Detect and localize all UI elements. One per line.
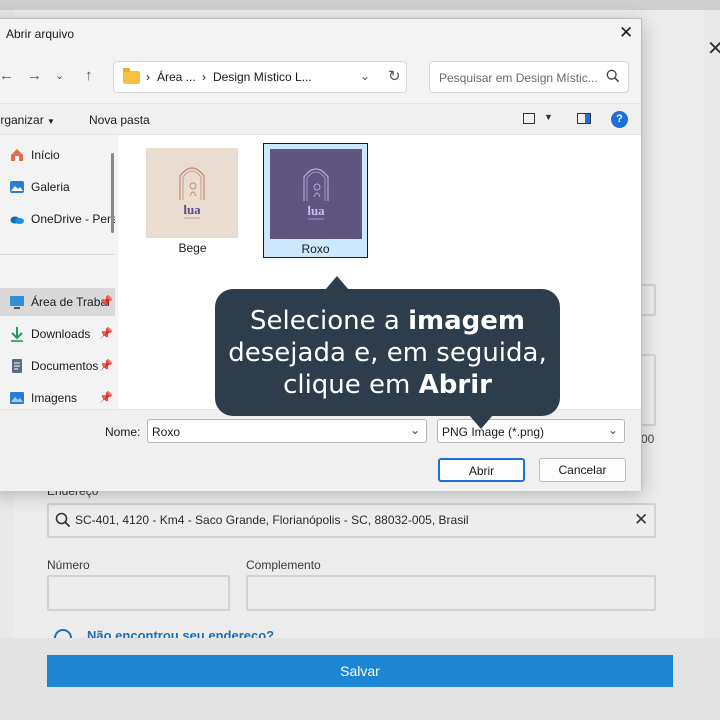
sidebar-item-label: Downloads — [31, 327, 91, 341]
file-type-select[interactable]: PNG Image (*.png) ⌄ — [437, 419, 625, 443]
dialog-toolbar: Organizar ▼ Nova pasta ▼ ? — [0, 103, 641, 135]
number-input[interactable] — [47, 575, 230, 611]
sidebar-item-documentos[interactable]: Documentos 📌 — [0, 352, 115, 380]
instruction-tooltip: Selecione a imagem desejada e, em seguid… — [215, 276, 560, 429]
breadcrumb-separator-icon: › — [202, 70, 206, 84]
open-file-dialog: Abrir arquivo ✕ ← → ⌄ ↑ › Área ... › Des… — [0, 18, 642, 491]
sidebar-divider — [0, 254, 115, 255]
sidebar-item-galeria[interactable]: Galeria — [0, 173, 115, 201]
complement-label: Complemento — [246, 558, 321, 572]
refresh-icon[interactable]: ↻ — [388, 67, 401, 85]
tooltip-line1-part1: Selecione a — [250, 306, 409, 336]
folder-search-input[interactable]: Pesquisar em Design Místic... — [429, 61, 629, 93]
navigation-pane: Início Galeria OneDrive - Perso Área de … — [0, 135, 115, 409]
open-button[interactable]: Abrir — [438, 458, 525, 482]
form-field-right-1[interactable] — [640, 284, 656, 316]
file-name-value: Roxo — [152, 425, 181, 439]
dialog-footer: Nome: Roxo ⌄ PNG Image (*.png) ⌄ Abrir C… — [0, 409, 641, 491]
image-thumbnail: lua — [146, 148, 238, 238]
caret-down-icon: ▼ — [47, 117, 55, 126]
onedrive-icon — [10, 216, 24, 224]
recent-locations-chevron-icon[interactable]: ⌄ — [55, 69, 64, 82]
new-folder-button[interactable]: Nova pasta — [89, 113, 150, 127]
desktop-icon — [10, 296, 24, 309]
pin-icon[interactable]: 📌 — [99, 359, 113, 372]
close-icon[interactable]: ✕ — [619, 23, 633, 43]
search-icon — [55, 512, 71, 528]
partial-value: 00 — [641, 432, 655, 446]
caret-down-icon[interactable]: ▼ — [544, 112, 553, 122]
view-mode-icon[interactable] — [523, 113, 535, 124]
documents-icon — [12, 359, 22, 373]
forward-arrow-icon[interactable]: → — [27, 67, 42, 84]
download-icon — [11, 327, 23, 342]
file-name: Roxo — [301, 242, 330, 256]
organize-menu[interactable]: Organizar ▼ — [0, 113, 55, 127]
pin-icon[interactable]: 📌 — [99, 295, 113, 308]
gallery-icon — [10, 181, 24, 193]
cancel-button[interactable]: Cancelar — [539, 458, 626, 482]
form-close-icon[interactable]: ✕ — [707, 36, 720, 61]
breadcrumb-separator-icon: › — [146, 70, 150, 84]
complement-input[interactable] — [246, 575, 656, 611]
file-name-label: Nome: — [105, 425, 141, 439]
organize-label: Organizar — [0, 113, 44, 127]
thumbnail-logo-text: lua — [307, 203, 325, 218]
clear-address-icon[interactable]: ✕ — [634, 510, 648, 530]
save-button[interactable]: Salvar — [47, 655, 673, 687]
thumbnail-logo-text: lua — [183, 202, 201, 217]
tooltip-line3-bold: Abrir — [418, 370, 492, 400]
breadcrumb-item[interactable]: Área ... — [157, 70, 196, 84]
file-item-bege[interactable]: lua Bege — [140, 143, 245, 258]
file-type-value: PNG Image (*.png) — [442, 425, 545, 439]
background-topbar — [0, 0, 720, 10]
sidebar-item-label: Área de Trabal — [31, 295, 110, 309]
chevron-down-icon[interactable]: ⌄ — [608, 423, 618, 437]
sidebar-scrollbar[interactable] — [111, 153, 114, 233]
image-thumbnail: lua — [270, 149, 362, 239]
file-name: Bege — [178, 241, 207, 255]
sidebar-item-label: Imagens — [31, 391, 78, 405]
preview-pane-icon[interactable] — [577, 113, 591, 124]
tooltip-line2: desejada e, em seguida, — [228, 338, 547, 368]
address-value: SC-401, 4120 - Km4 - Saco Grande, Floria… — [75, 513, 469, 527]
file-name-input[interactable]: Roxo ⌄ — [147, 419, 427, 443]
sidebar-item-downloads[interactable]: Downloads 📌 — [0, 320, 115, 348]
dialog-title: Abrir arquivo — [6, 27, 75, 41]
file-item-roxo[interactable]: lua Roxo — [263, 143, 368, 258]
up-arrow-icon[interactable]: ↑ — [85, 67, 93, 84]
tooltip-line1-bold: imagem — [408, 306, 525, 336]
help-icon[interactable]: ? — [611, 111, 628, 128]
chevron-down-icon[interactable]: ⌄ — [360, 69, 370, 83]
back-arrow-icon[interactable]: ← — [0, 67, 14, 84]
sidebar-item-label: Galeria — [31, 180, 70, 194]
chevron-down-icon[interactable]: ⌄ — [410, 423, 420, 437]
sidebar-item-label: Documentos — [31, 359, 99, 373]
pin-icon[interactable]: 📌 — [99, 391, 113, 404]
sidebar-item-imagens[interactable]: Imagens 📌 — [0, 384, 115, 409]
sidebar-item-inicio[interactable]: Início — [0, 141, 115, 169]
navigation-row: ← → ⌄ ↑ › Área ... › Design Místico L...… — [0, 57, 641, 97]
sidebar-item-onedrive[interactable]: OneDrive - Perso — [0, 205, 115, 233]
images-icon — [10, 392, 24, 404]
pin-icon[interactable]: 📌 — [99, 327, 113, 340]
sidebar-item-desktop[interactable]: Área de Trabal 📌 — [0, 288, 115, 316]
search-placeholder: Pesquisar em Design Místic... — [439, 71, 598, 85]
breadcrumb-item[interactable]: Design Místico L... — [213, 70, 312, 84]
dialog-titlebar: Abrir arquivo ✕ — [0, 19, 641, 49]
form-field-right-2[interactable] — [640, 354, 656, 426]
number-label: Número — [47, 558, 90, 572]
folder-icon — [123, 68, 140, 84]
tooltip-line3-part1: clique em — [283, 370, 419, 400]
tooltip-text: Selecione a imagem desejada e, em seguid… — [215, 305, 560, 401]
home-icon — [11, 149, 23, 161]
search-icon[interactable] — [606, 69, 620, 83]
sidebar-item-label: OneDrive - Perso — [31, 212, 115, 226]
sidebar-item-label: Início — [31, 148, 60, 162]
address-bar[interactable]: › Área ... › Design Místico L... ⌄ ↻ — [113, 61, 407, 93]
